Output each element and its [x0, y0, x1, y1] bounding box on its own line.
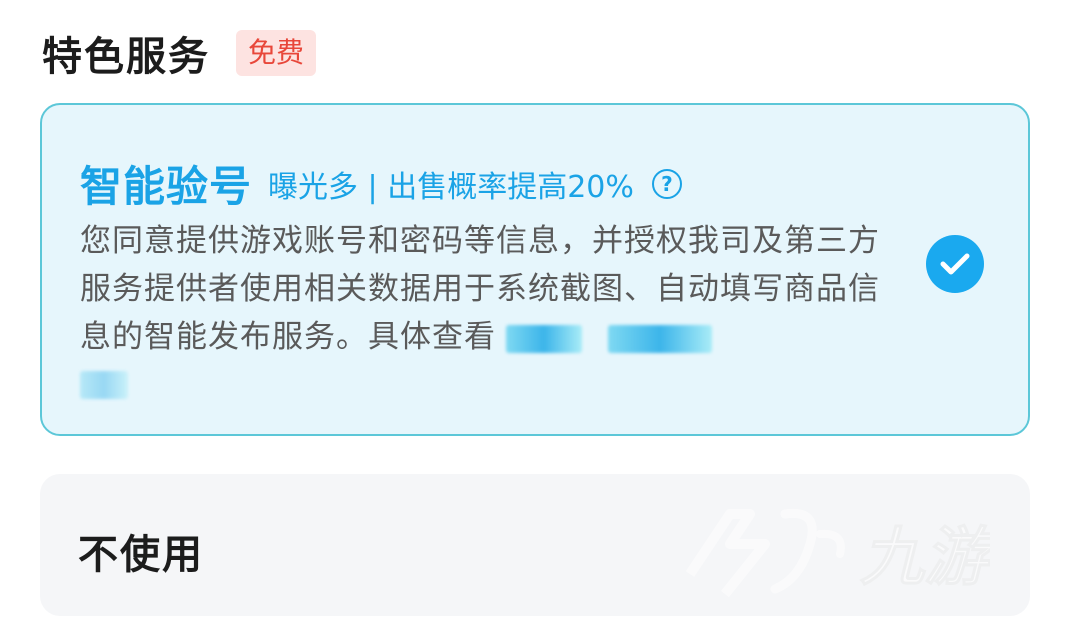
agreement-link-blurred[interactable]: [506, 324, 582, 353]
check-circle-icon[interactable]: [926, 235, 984, 293]
smart-check-option[interactable]: 智能验号 曝光多 | 出售概率提高20% ? 您同意提供游戏账号和密码等信息，并…: [40, 103, 1030, 436]
option-title: 智能验号: [80, 162, 253, 211]
no-service-option[interactable]: 不使用 九游: [40, 474, 1030, 616]
option-tagline: 曝光多 | 出售概率提高20%: [268, 169, 634, 205]
watermark-logo: 九游: [685, 508, 990, 598]
agreement-link-blurred-3[interactable]: [80, 371, 128, 399]
description-text: 您同意提供游戏账号和密码等信息，并授权我司及第三方服务提供者使用相关数据用于系统…: [80, 223, 880, 355]
watermark-text: 九游: [860, 521, 990, 595]
agreement-link-blurred-2[interactable]: [608, 324, 712, 353]
option-description: 您同意提供游戏账号和密码等信息，并授权我司及第三方服务提供者使用相关数据用于系统…: [80, 217, 890, 399]
section-header: 特色服务 免费: [42, 24, 317, 82]
section-title: 特色服务: [42, 34, 210, 80]
checkmark-icon: [940, 253, 970, 275]
free-badge: 免费: [236, 30, 317, 76]
question-circle-icon[interactable]: ?: [651, 168, 682, 199]
no-service-label: 不使用: [78, 532, 204, 578]
option-title-row: 智能验号 曝光多 | 出售概率提高20% ?: [80, 153, 682, 214]
